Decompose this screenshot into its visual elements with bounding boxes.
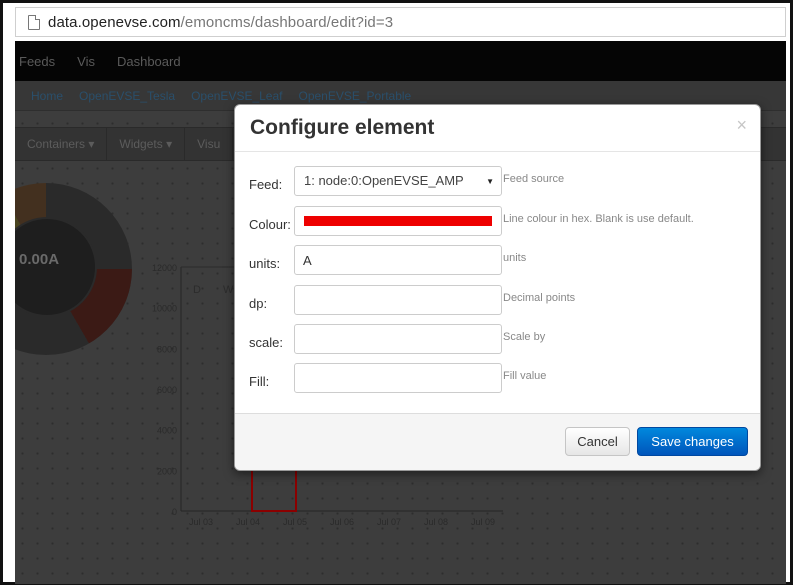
widgets-menu[interactable]: Widgets ▾ (107, 128, 186, 160)
url-domain: data.openevse.com (48, 13, 181, 31)
fill-input[interactable] (294, 363, 502, 393)
feed-label: Feed: (249, 177, 283, 192)
dp-hint: Decimal points (503, 292, 576, 304)
dp-row: dp: Decimal points (235, 285, 760, 315)
units-value: A (303, 253, 312, 268)
address-bar[interactable]: data.openevse.com/emoncms/dashboard/edit… (15, 7, 786, 37)
browser-window: data.openevse.com/emoncms/dashboard/edit… (0, 0, 793, 585)
y-tick-label: 12000 (152, 263, 177, 273)
colour-swatch (304, 216, 492, 226)
chart-range-label: W (223, 284, 234, 296)
y-tick-label: 0 (172, 507, 177, 517)
containers-menu[interactable]: Containers ▾ (15, 128, 108, 160)
scale-hint: Scale by (503, 331, 546, 343)
y-tick-label: 2000 (157, 466, 177, 476)
dp-input[interactable] (294, 285, 502, 315)
scale-label: scale: (249, 335, 283, 350)
x-tick-label: Jul 08 (424, 517, 448, 527)
cancel-button[interactable]: Cancel (565, 427, 630, 456)
dialog-footer: Cancel Save changes (235, 413, 760, 470)
tab-openevse-tesla[interactable]: OpenEVSE_Tesla (79, 89, 175, 103)
colour-input[interactable] (294, 206, 502, 236)
x-tick-label: Jul 06 (330, 517, 354, 527)
url-text: data.openevse.com/emoncms/dashboard/edit… (48, 14, 393, 31)
scale-row: scale: Scale by (235, 324, 760, 354)
colour-hint: Line colour in hex. Blank is use default… (503, 213, 694, 225)
dialog-body: Feed: 1: node:0:OpenEVSE_AMP ▼ Feed sour… (235, 152, 760, 416)
tab-openevse-leaf[interactable]: OpenEVSE_Leaf (191, 89, 282, 103)
feed-hint: Feed source (503, 173, 565, 185)
main-navbar: Feeds Vis Dashboard (15, 41, 786, 81)
save-changes-button[interactable]: Save changes (637, 427, 748, 456)
colour-label: Colour: (249, 217, 291, 232)
configure-element-dialog: Configure element × Feed: 1: node:0:Open… (234, 104, 761, 471)
x-tick-label: Jul 03 (189, 517, 213, 527)
x-tick-label: Jul 05 (283, 517, 307, 527)
nav-item-vis[interactable]: Vis (77, 54, 95, 69)
scale-input[interactable] (294, 324, 502, 354)
nav-item-dashboard[interactable]: Dashboard (117, 54, 181, 69)
fill-hint: Fill value (503, 370, 547, 382)
units-hint: units (503, 252, 527, 264)
feed-row: Feed: 1: node:0:OpenEVSE_AMP ▼ Feed sour… (235, 166, 760, 196)
units-label: units: (249, 256, 281, 271)
x-tick-label: Jul 09 (471, 517, 495, 527)
units-row: units: A units (235, 245, 760, 275)
chevron-down-icon: ▼ (486, 177, 494, 186)
dialog-title: Configure element (250, 116, 435, 139)
gauge-value: 0.00A (19, 251, 60, 268)
tab-openevse-portable[interactable]: OpenEVSE_Portable (298, 89, 411, 103)
nav-item-feeds[interactable]: Feeds (19, 54, 55, 69)
tab-home[interactable]: Home (31, 89, 63, 103)
y-tick-label: 4000 (157, 426, 177, 436)
x-tick-label: Jul 07 (377, 517, 401, 527)
dp-label: dp: (249, 296, 268, 311)
fill-row: Fill: Fill value (235, 363, 760, 393)
close-icon[interactable]: × (736, 115, 747, 136)
feed-select-value: 1: node:0:OpenEVSE_AMP (304, 173, 464, 188)
fill-label: Fill: (249, 374, 270, 389)
y-tick-label: 10000 (152, 304, 177, 314)
colour-row: Colour: Line colour in hex. Blank is use… (235, 206, 760, 236)
url-path: /emoncms/dashboard/edit?id=3 (180, 13, 394, 31)
units-input[interactable]: A (294, 245, 502, 275)
chart-range-label: D (193, 284, 201, 296)
feed-select[interactable]: 1: node:0:OpenEVSE_AMP ▼ (294, 166, 502, 196)
page-icon (28, 14, 40, 30)
y-tick-label: 8000 (157, 344, 177, 354)
x-tick-label: Jul 04 (236, 517, 260, 527)
visualisations-menu[interactable]: Visu (185, 128, 234, 160)
y-tick-label: 6000 (157, 385, 177, 395)
dialog-header: Configure element × (235, 105, 760, 152)
